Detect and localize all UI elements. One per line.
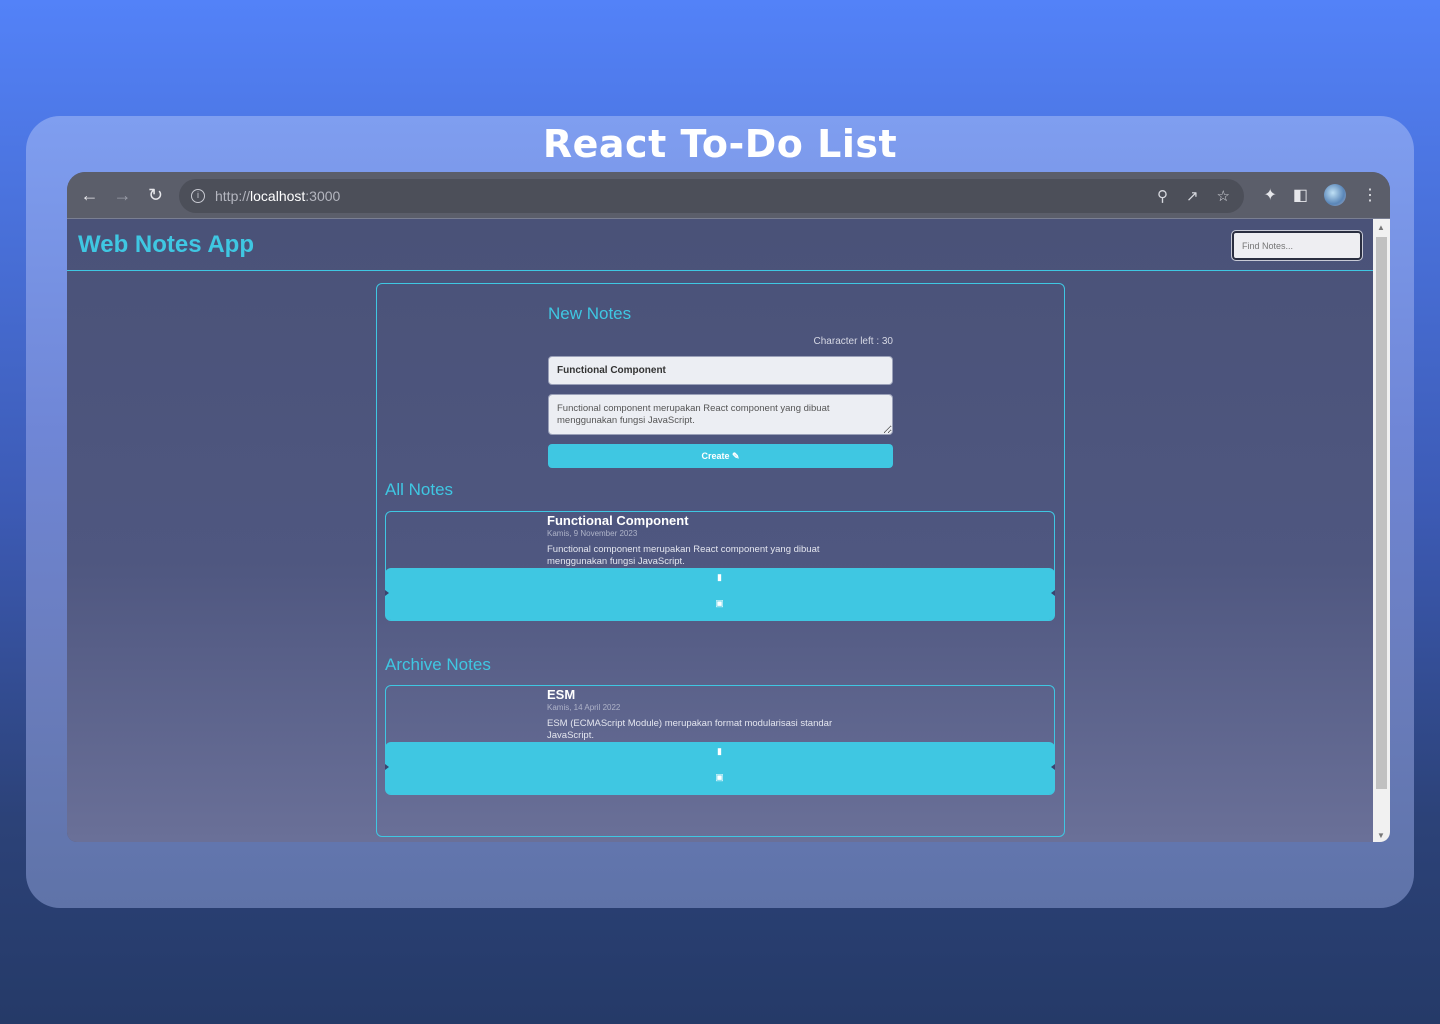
avatar[interactable] (1324, 184, 1346, 206)
note-body: Functional component merupakan React com… (547, 544, 820, 567)
note-card: Functional Component Kamis, 9 November 2… (384, 511, 1055, 621)
bookmark-star-icon[interactable]: ☆ (1217, 187, 1230, 205)
side-panel-icon[interactable]: ◧ (1293, 185, 1308, 205)
create-label: Create (701, 451, 730, 461)
note-title: Functional Component (547, 513, 689, 528)
scroll-down-icon[interactable]: ▼ (1377, 831, 1385, 840)
app-header: Web Notes App (67, 219, 1373, 271)
browser-toolbar: ← → ↻ i http://localhost:3000 ⚲ ↗ ☆ ✦ ◧ … (67, 172, 1390, 219)
left-caret-icon (384, 590, 389, 596)
share-icon[interactable]: ↗ (1186, 187, 1199, 205)
note-title: ESM (547, 687, 576, 702)
left-caret-icon (384, 764, 389, 770)
app-page: Web Notes App New Notes Character left :… (67, 219, 1373, 842)
url-protocol: http:// (215, 188, 251, 204)
search-input[interactable] (1231, 230, 1363, 261)
info-icon[interactable]: i (191, 189, 205, 203)
right-caret-icon (1050, 590, 1055, 596)
forward-arrow-icon[interactable]: → (106, 185, 139, 206)
extensions-icon[interactable]: ✦ (1263, 185, 1276, 205)
note-body: ESM (ECMAScript Module) merupakan format… (547, 718, 833, 741)
scroll-thumb[interactable] (1376, 237, 1387, 789)
address-bar[interactable]: i http://localhost:3000 ⚲ ↗ ☆ (179, 179, 1244, 213)
back-arrow-icon[interactable]: ← (73, 185, 106, 206)
create-button[interactable]: Create ✎ (548, 444, 893, 468)
archived-note-card: ESM Kamis, 14 April 2022 ESM (ECMAScript… (384, 685, 1055, 795)
reload-icon[interactable]: ↻ (139, 185, 172, 206)
char-left-counter: Character left : 30 (813, 336, 893, 347)
zoom-icon[interactable]: ⚲ (1157, 187, 1168, 205)
note-date: Kamis, 14 April 2022 (547, 703, 621, 712)
archive-icon[interactable]: ▣ (714, 598, 726, 610)
trash-icon[interactable]: ▮ (714, 572, 726, 584)
menu-dots-icon[interactable]: ⋮ (1362, 185, 1378, 205)
scrollbar[interactable]: ▲ ▼ (1373, 219, 1390, 842)
notes-panel: New Notes Character left : 30 Functional… (376, 283, 1065, 837)
note-actions: ▮ ▣ (384, 568, 1055, 620)
brand-title: Web Notes App (78, 231, 255, 258)
note-date: Kamis, 9 November 2023 (547, 529, 638, 538)
browser-right-icons: ✦ ◧ ⋮ (1263, 184, 1378, 206)
note-title-input[interactable] (548, 356, 893, 385)
scroll-up-icon[interactable]: ▲ (1377, 223, 1385, 232)
unarchive-icon[interactable]: ▣ (714, 772, 726, 784)
archive-notes-heading: Archive Notes (385, 655, 491, 674)
url-host: localhost (250, 188, 306, 204)
new-notes-heading: New Notes (548, 304, 632, 323)
note-actions: ▮ ▣ (384, 742, 1055, 794)
note-body-input[interactable]: Functional component merupakan React com… (548, 394, 893, 435)
all-notes-heading: All Notes (385, 480, 454, 499)
edit-icon: ✎ (731, 451, 740, 461)
url-port: :3000 (305, 188, 341, 204)
right-caret-icon (1050, 764, 1055, 770)
browser-window: ← → ↻ i http://localhost:3000 ⚲ ↗ ☆ ✦ ◧ … (67, 172, 1390, 842)
address-icons: ⚲ ↗ ☆ (1157, 187, 1230, 205)
showcase-title: React To-Do List (542, 122, 898, 166)
trash-icon[interactable]: ▮ (714, 746, 726, 758)
